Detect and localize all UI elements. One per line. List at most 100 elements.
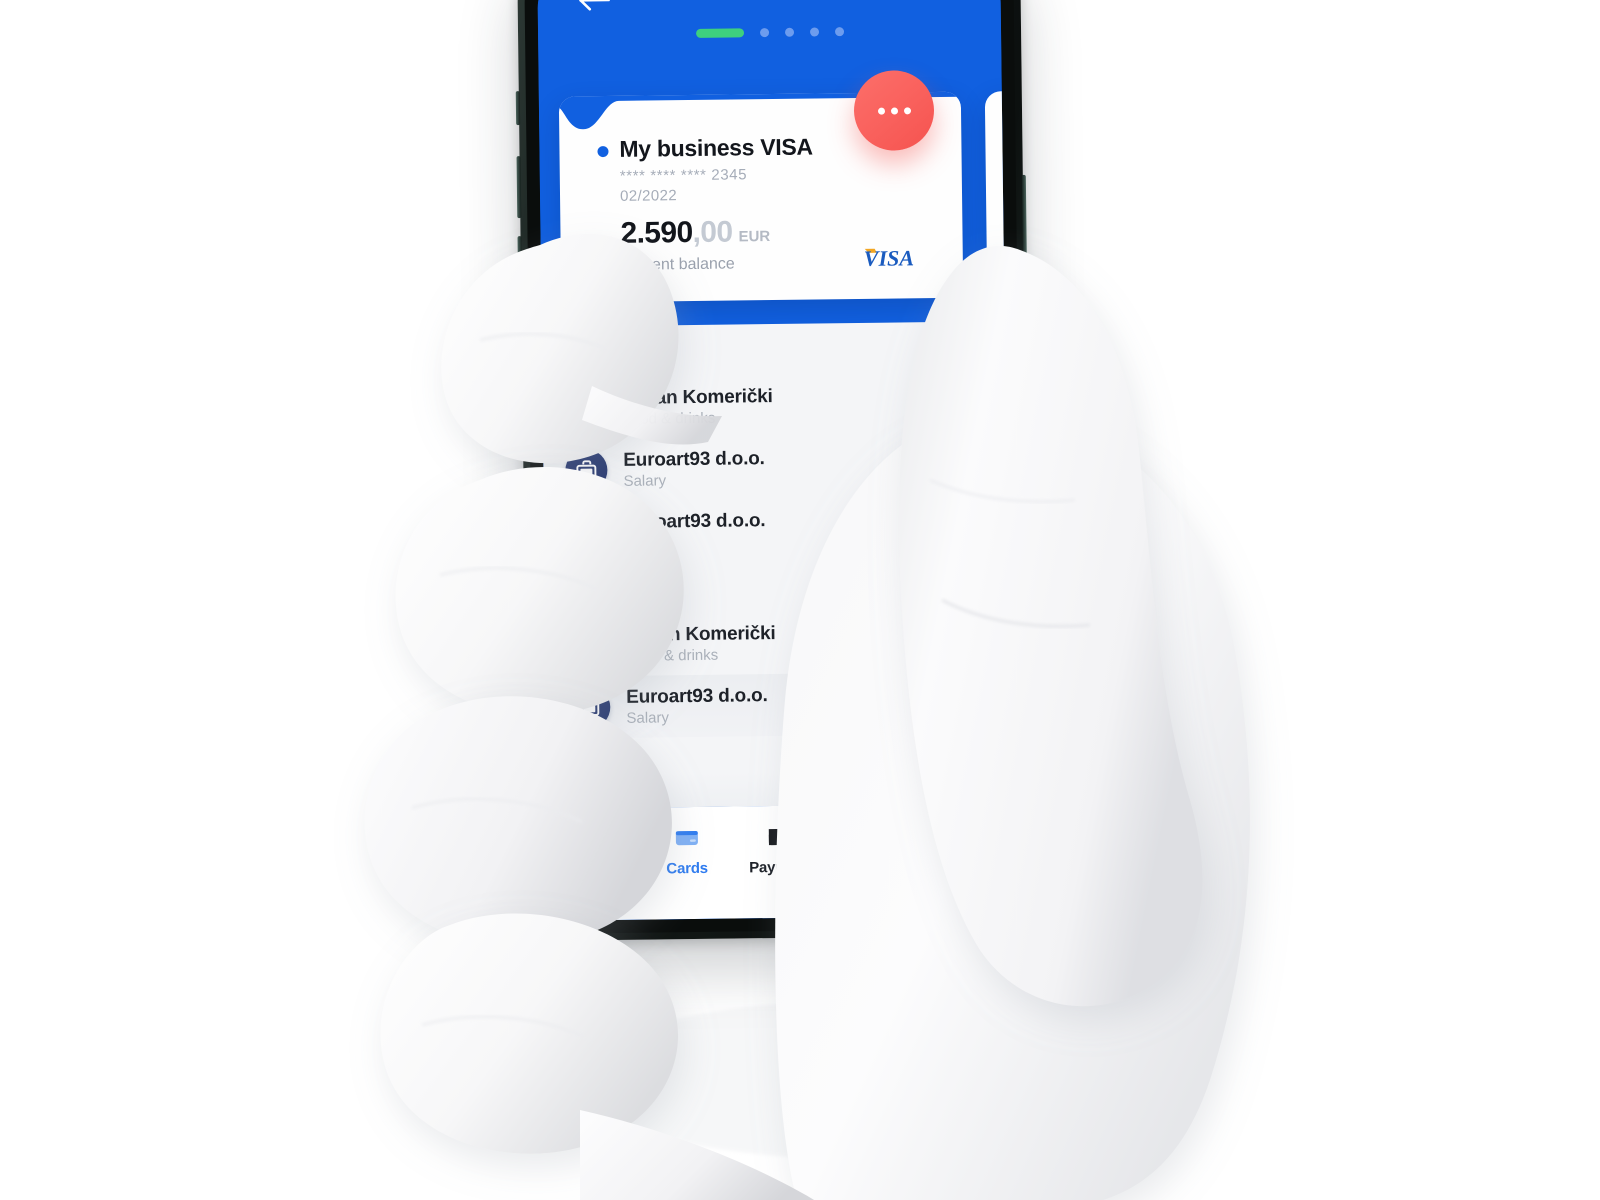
transaction-amount: +2.100,00 xyxy=(902,507,986,530)
ellipsis-icon-dot xyxy=(903,106,911,114)
transaction-category: Salary xyxy=(624,534,667,552)
phone-power-button xyxy=(1021,174,1028,273)
phone-screen: CARDS xyxy=(537,0,1012,921)
food-drinks-icon xyxy=(577,399,598,419)
transaction-amount-integer: +2.100 xyxy=(903,682,962,705)
card-balance-decimal: ,00 xyxy=(692,215,733,249)
banking-app: CARDS xyxy=(537,0,1012,921)
tab-label: More xyxy=(947,856,983,874)
visa-logo: VISA xyxy=(861,243,933,275)
transaction-amount-decimal: ,00 xyxy=(961,682,988,704)
transaction-amount-block: -345,00 EUR xyxy=(920,383,984,424)
phone-volume-up-button xyxy=(516,156,522,219)
tab-payment[interactable]: Payment xyxy=(733,823,826,876)
tab-label: Cards xyxy=(666,859,709,878)
scene: CARDS xyxy=(0,0,1600,1200)
card-pagination[interactable] xyxy=(538,25,1001,40)
transaction-amount-block: -345,00 EUR xyxy=(923,620,987,661)
transaction-scroll-container[interactable]: 13 NOVEMBER Goran Komerički Food & drinks… xyxy=(542,321,1010,745)
phone-bezel: CARDS xyxy=(523,0,1026,934)
tab-more[interactable]: More xyxy=(918,821,1011,874)
transaction-row[interactable]: Euroart93 d.o.o. Salary +2.100,00 EUR xyxy=(543,434,1007,502)
transaction-merchant: Euroart93 d.o.o. xyxy=(623,448,765,471)
transaction-amount-block: +2.100,00 EUR xyxy=(902,507,986,548)
pagination-dot[interactable] xyxy=(784,27,794,37)
transaction-currency: EUR xyxy=(954,407,984,424)
transaction-merchant: Euroart93 d.o.o. xyxy=(626,685,768,708)
pagination-dot[interactable] xyxy=(809,27,819,37)
transaction-details: Euroart93 d.o.o. Salary xyxy=(607,446,901,490)
list-bottom-fade xyxy=(547,769,1011,809)
transaction-date-header: 13 NOVEMBER xyxy=(565,351,673,368)
ellipsis-icon-dot xyxy=(890,106,898,115)
transaction-amount-block: +2.100,00 EUR xyxy=(901,445,985,486)
transaction-amount: -345,00 xyxy=(923,620,986,643)
transaction-details: Goran Komerički Food & drinks xyxy=(606,384,920,428)
add-card-button[interactable] xyxy=(926,0,964,8)
transaction-category-icon xyxy=(568,686,611,729)
transaction-amount-integer: -345 xyxy=(923,620,961,643)
arrow-left-icon xyxy=(579,0,610,11)
tab-label: Payment xyxy=(749,858,811,877)
wallet-icon xyxy=(769,828,789,846)
add-card-icon xyxy=(927,0,958,1)
transaction-merchant: Goran Komerički xyxy=(625,623,776,646)
card-carousel[interactable]: My business VISA **** **** **** 2345 02/… xyxy=(539,70,1012,327)
accounts-icon xyxy=(581,826,607,852)
bar-chart-icon xyxy=(861,827,883,844)
transaction-merchant: Goran Komerički xyxy=(622,386,773,409)
transaction-row[interactable]: Euroart93 d.o.o. Salary +2.100,00 EUR xyxy=(545,671,1010,739)
transaction-row[interactable]: Goran Komerički Food & drinks -345,00 EUR xyxy=(545,609,1009,677)
transaction-currency: EUR xyxy=(956,644,987,661)
briefcase-icon xyxy=(577,522,598,542)
transaction-category: Food & drinks xyxy=(625,646,719,665)
transaction-row[interactable]: Goran Komerički Food & drinks -345,00 EUR xyxy=(542,372,1006,440)
app-header: CARDS xyxy=(537,0,1002,87)
transaction-list[interactable]: 13 NOVEMBER Goran Komerički Food & drinks… xyxy=(541,321,1011,809)
ellipsis-bubble-icon xyxy=(951,822,977,848)
transaction-amount-integer: +2.100 xyxy=(901,507,960,530)
transaction-amount: +2.100,00 xyxy=(901,445,985,468)
transaction-currency: EUR xyxy=(955,531,986,548)
transaction-category-icon xyxy=(565,511,609,554)
transaction-merchant: Euroart93 d.o.o. xyxy=(623,510,766,533)
tab-cards[interactable]: Cards xyxy=(640,825,733,878)
back-button[interactable] xyxy=(577,0,617,18)
transaction-category-icon xyxy=(567,624,610,667)
pagination-dot[interactable] xyxy=(759,28,769,38)
bottom-tab-bar[interactable]: Accounts Cards Payment History More xyxy=(547,803,1012,921)
accounts-icon xyxy=(583,831,606,848)
transaction-row[interactable]: Euroart93 d.o.o. Salary +2.100,00 EUR xyxy=(544,496,1008,564)
transaction-category-icon xyxy=(565,449,608,492)
wallet-icon xyxy=(766,824,792,850)
transaction-category: Salary xyxy=(626,709,670,727)
card-icon xyxy=(674,825,700,851)
transaction-date-header: 13 NOVEMBER xyxy=(568,588,676,605)
food-drinks-icon xyxy=(580,636,601,656)
briefcase-icon xyxy=(579,697,600,717)
transaction-amount-decimal: ,00 xyxy=(959,507,986,529)
card-status-dot xyxy=(597,146,609,158)
card-masked-number: **** **** **** 2345 xyxy=(619,166,748,185)
transaction-amount-integer: -345 xyxy=(920,383,958,406)
ellipsis-bubble-icon xyxy=(952,826,977,845)
transaction-amount: -345,00 xyxy=(920,383,983,406)
tab-history[interactable]: History xyxy=(825,822,918,875)
transaction-category: Salary xyxy=(623,472,667,490)
transaction-category-icon xyxy=(564,387,607,430)
card-item-secondary[interactable] xyxy=(984,90,1012,298)
bar-chart-icon xyxy=(859,823,885,849)
svg-text:VISA: VISA xyxy=(864,245,914,270)
transaction-currency: EUR xyxy=(954,469,985,486)
pagination-active-indicator[interactable] xyxy=(695,28,744,38)
tab-accounts[interactable]: Accounts xyxy=(548,826,641,879)
pagination-dot[interactable] xyxy=(834,27,844,37)
phone-mute-switch xyxy=(515,91,521,126)
phone-volume-down-button xyxy=(517,236,523,299)
transaction-amount-decimal: ,00 xyxy=(958,445,985,467)
transaction-details: Euroart93 d.o.o. Salary xyxy=(610,683,904,727)
tab-label: History xyxy=(847,857,898,876)
transaction-amount: +2.100,00 xyxy=(904,682,988,705)
phone-device: CARDS xyxy=(515,0,1033,942)
transaction-details: Euroart93 d.o.o. Salary xyxy=(608,508,902,552)
